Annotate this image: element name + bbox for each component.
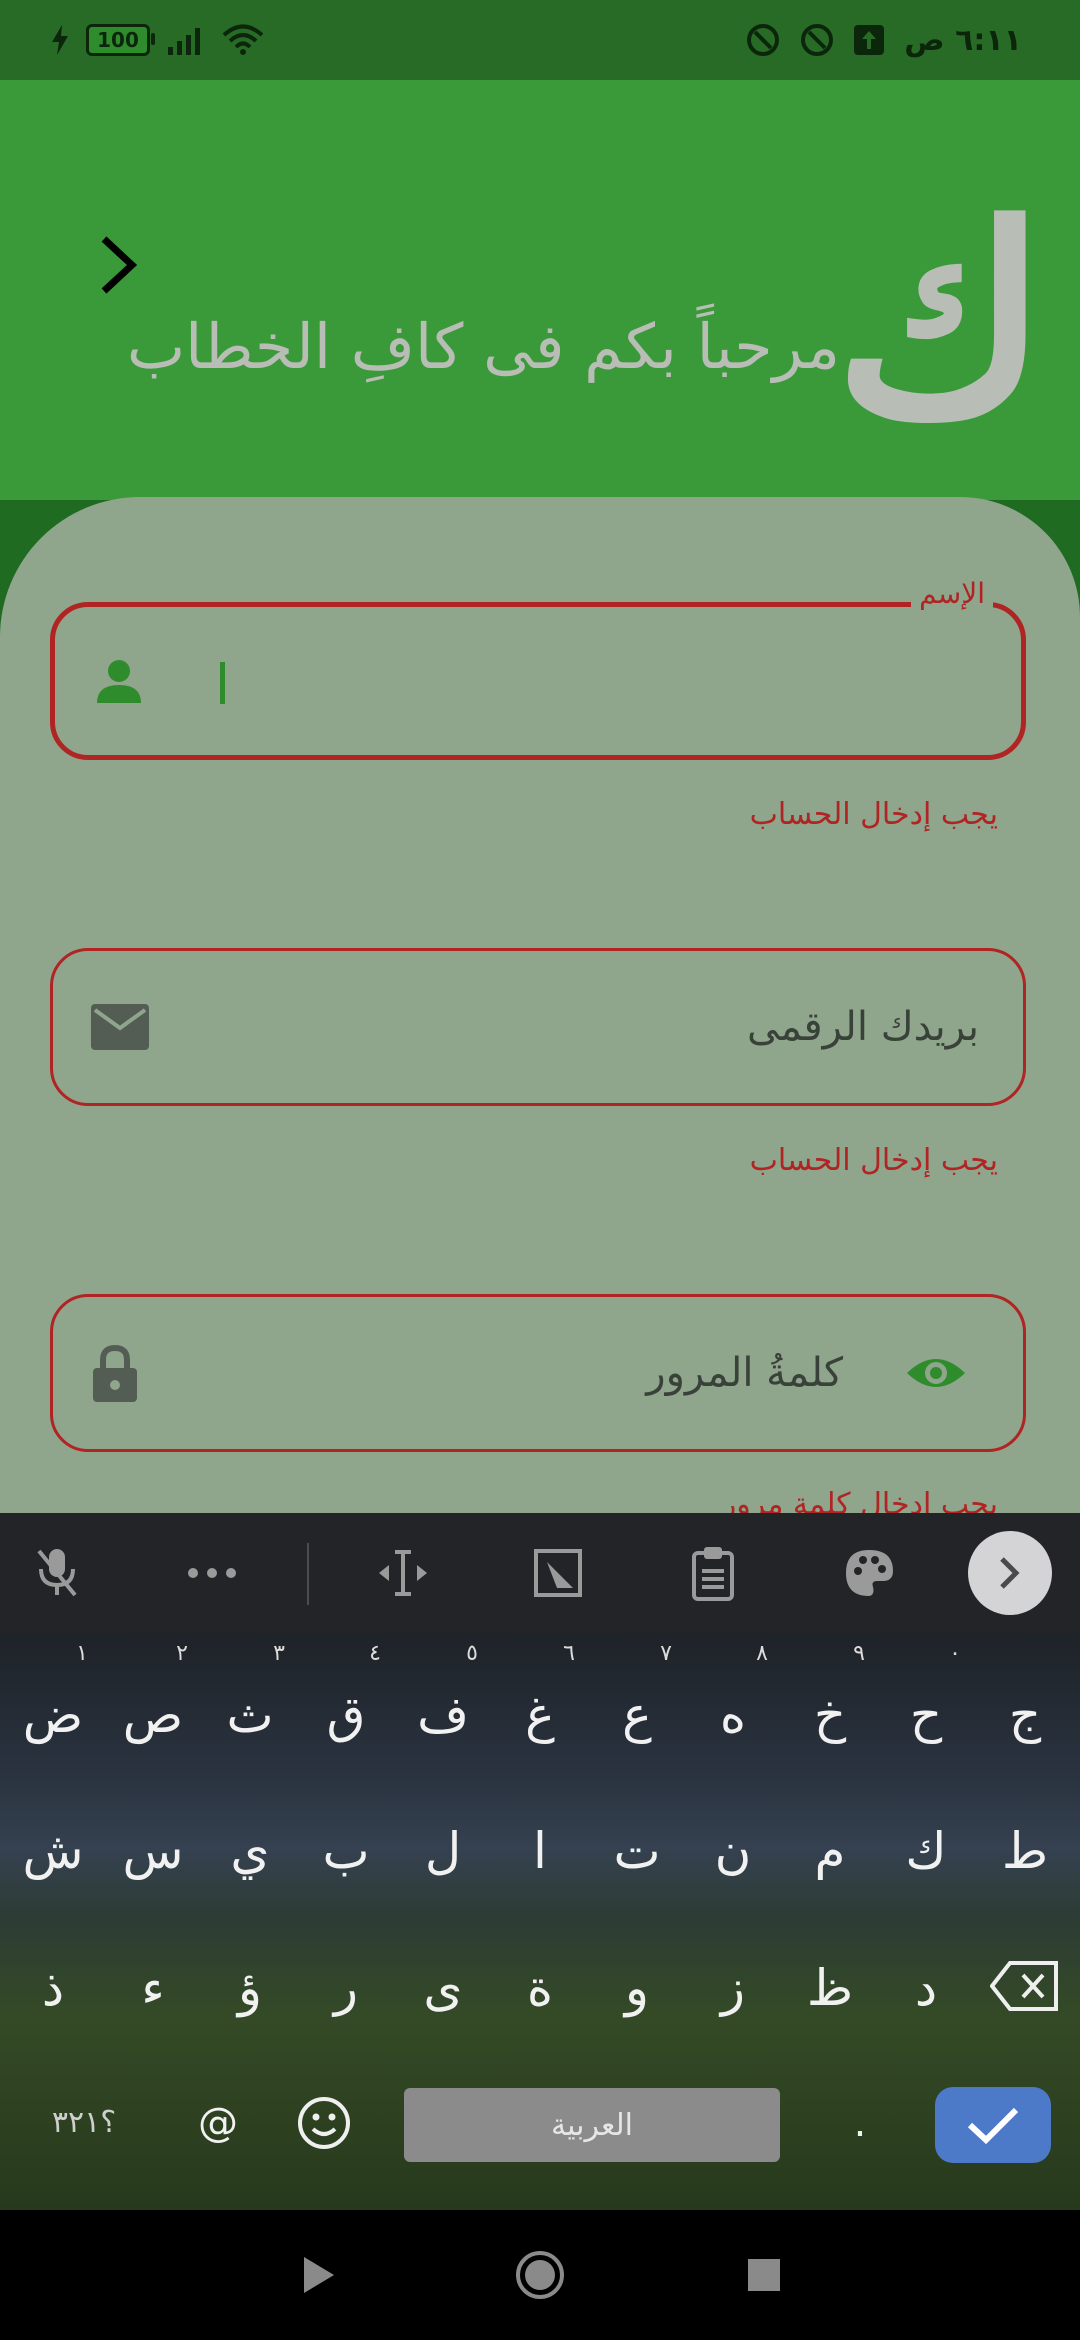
at-notification-icon-2	[801, 24, 834, 56]
key[interactable]: ء	[108, 1938, 198, 2038]
key[interactable]: ي	[205, 1801, 295, 1901]
charging-bolt-icon	[52, 25, 68, 55]
battery-icon: 100	[86, 24, 155, 56]
keyboard-toolbar	[0, 1513, 1080, 1633]
key[interactable]: ز	[688, 1938, 778, 2038]
email-error: يجب إدخال الحساب	[749, 1143, 998, 1178]
name-field-label: الإسم	[911, 577, 993, 610]
key-hint: ٥	[466, 1641, 478, 1666]
lock-icon	[93, 1344, 137, 1402]
key[interactable]: ف٥	[398, 1643, 488, 1765]
key[interactable]: ث٣	[205, 1643, 295, 1765]
key-hint: ٨	[756, 1641, 768, 1666]
password-placeholder: كلمةُ المرور	[646, 1350, 843, 1396]
email-icon	[91, 1004, 149, 1050]
key[interactable]: ة	[495, 1938, 585, 2038]
navigation-bar	[0, 2210, 1080, 2340]
key[interactable]: ه٨	[688, 1643, 778, 1765]
key-row-1: ض١ص٢ث٣ق٤ف٥غ٦ع٧ه٨خ٩ح٠ج	[0, 1643, 1080, 1775]
clipboard-icon[interactable]	[691, 1545, 735, 1601]
chevron-right-icon	[1000, 1557, 1020, 1589]
key[interactable]: ك	[881, 1801, 971, 1901]
chevron-right-icon[interactable]	[98, 235, 140, 295]
text-cursor	[220, 662, 225, 704]
key[interactable]: ر	[301, 1938, 391, 2038]
key[interactable]: م	[785, 1801, 875, 1901]
period-key[interactable]: .	[815, 2073, 905, 2173]
key[interactable]: و	[592, 1938, 682, 2038]
key[interactable]: ح٠	[881, 1643, 971, 1765]
emoji-icon	[298, 2097, 350, 2149]
status-bar: 100 ٦:١١ ص	[0, 0, 1080, 80]
key[interactable]: ل	[398, 1801, 488, 1901]
symbols-key[interactable]: ؟٣٢١	[39, 2073, 129, 2173]
welcome-title: مرحباً بكم فى كافِ الخطاب	[126, 310, 840, 383]
text-cursor-move-icon[interactable]	[375, 1548, 431, 1598]
key[interactable]: ى	[398, 1938, 488, 2038]
status-left-icons: 100	[50, 0, 264, 80]
status-time: ٦:١١ ص	[904, 22, 1022, 58]
mic-off-icon[interactable]	[35, 1545, 79, 1601]
more-icon[interactable]	[187, 1567, 237, 1579]
key-hint: ٠	[949, 1641, 961, 1666]
name-error: يجب إدخال الحساب	[749, 797, 998, 832]
key[interactable]: ط	[980, 1801, 1070, 1901]
key[interactable]: ؤ	[205, 1938, 295, 2038]
at-key[interactable]: @	[173, 2073, 263, 2173]
upload-icon	[854, 25, 885, 55]
key[interactable]: س	[108, 1801, 198, 1901]
expand-toolbar-button[interactable]	[968, 1531, 1052, 1615]
key[interactable]: ذ	[8, 1938, 98, 2038]
enter-key[interactable]	[935, 2087, 1051, 2163]
status-right-icons: ٦:١١ ص	[746, 0, 1022, 80]
recents-square-icon[interactable]	[747, 2258, 781, 2292]
key[interactable]: ظ	[785, 1938, 875, 2038]
key-hint: ١	[76, 1641, 88, 1666]
toolbar-divider	[307, 1543, 309, 1605]
key[interactable]: ص٢	[108, 1643, 198, 1765]
key[interactable]: غ٦	[495, 1643, 585, 1765]
key-row-3: ذءؤرىةوزظد	[0, 1938, 1080, 2048]
key[interactable]: ن	[688, 1801, 778, 1901]
header: ك مرحباً بكم فى كافِ الخطاب	[0, 80, 1080, 500]
signal-icon	[168, 28, 200, 55]
key-hint: ٣	[273, 1641, 285, 1666]
space-key[interactable]: العربية	[404, 2088, 780, 2162]
backspace-icon[interactable]	[990, 1960, 1060, 2012]
form-sheet: الإسم يجب إدخال الحساب بريدك الرقمى يجب …	[0, 497, 1080, 1522]
key[interactable]: ش	[8, 1801, 98, 1901]
emoji-key[interactable]	[279, 2073, 369, 2173]
key[interactable]: ض١	[8, 1643, 98, 1765]
name-field[interactable]: الإسم	[50, 577, 1026, 760]
key[interactable]: ق٤	[301, 1643, 391, 1765]
key-hint: ٦	[563, 1641, 575, 1666]
key[interactable]: ب	[301, 1801, 391, 1901]
person-icon	[97, 660, 141, 703]
key[interactable]: د	[881, 1938, 971, 2038]
key-row-2: شسيبلاتنمكط	[0, 1801, 1080, 1911]
email-placeholder: بريدك الرقمى	[747, 1004, 979, 1050]
battery-level: 100	[97, 28, 139, 52]
one-handed-icon[interactable]	[533, 1548, 583, 1598]
key[interactable]: ا	[495, 1801, 585, 1901]
email-field[interactable]: بريدك الرقمى	[50, 948, 1026, 1106]
wifi-icon	[222, 24, 264, 55]
palette-icon[interactable]	[843, 1547, 895, 1599]
key[interactable]: ت	[592, 1801, 682, 1901]
key[interactable]: خ٩	[785, 1643, 875, 1765]
eye-icon[interactable]	[905, 1353, 967, 1393]
key-hint: ٢	[176, 1641, 188, 1666]
check-icon	[967, 2107, 1019, 2145]
key-hint: ٧	[660, 1641, 672, 1666]
key-hint: ٩	[853, 1641, 865, 1666]
at-notification-icon	[747, 24, 780, 56]
key-hint: ٤	[369, 1641, 381, 1666]
key[interactable]: ج	[980, 1665, 1070, 1765]
back-triangle-icon[interactable]	[300, 2255, 336, 2295]
home-circle-icon[interactable]	[514, 2249, 566, 2301]
app-logo: ك	[833, 169, 1048, 474]
password-field[interactable]: كلمةُ المرور	[50, 1294, 1026, 1452]
key[interactable]: ع٧	[592, 1643, 682, 1765]
